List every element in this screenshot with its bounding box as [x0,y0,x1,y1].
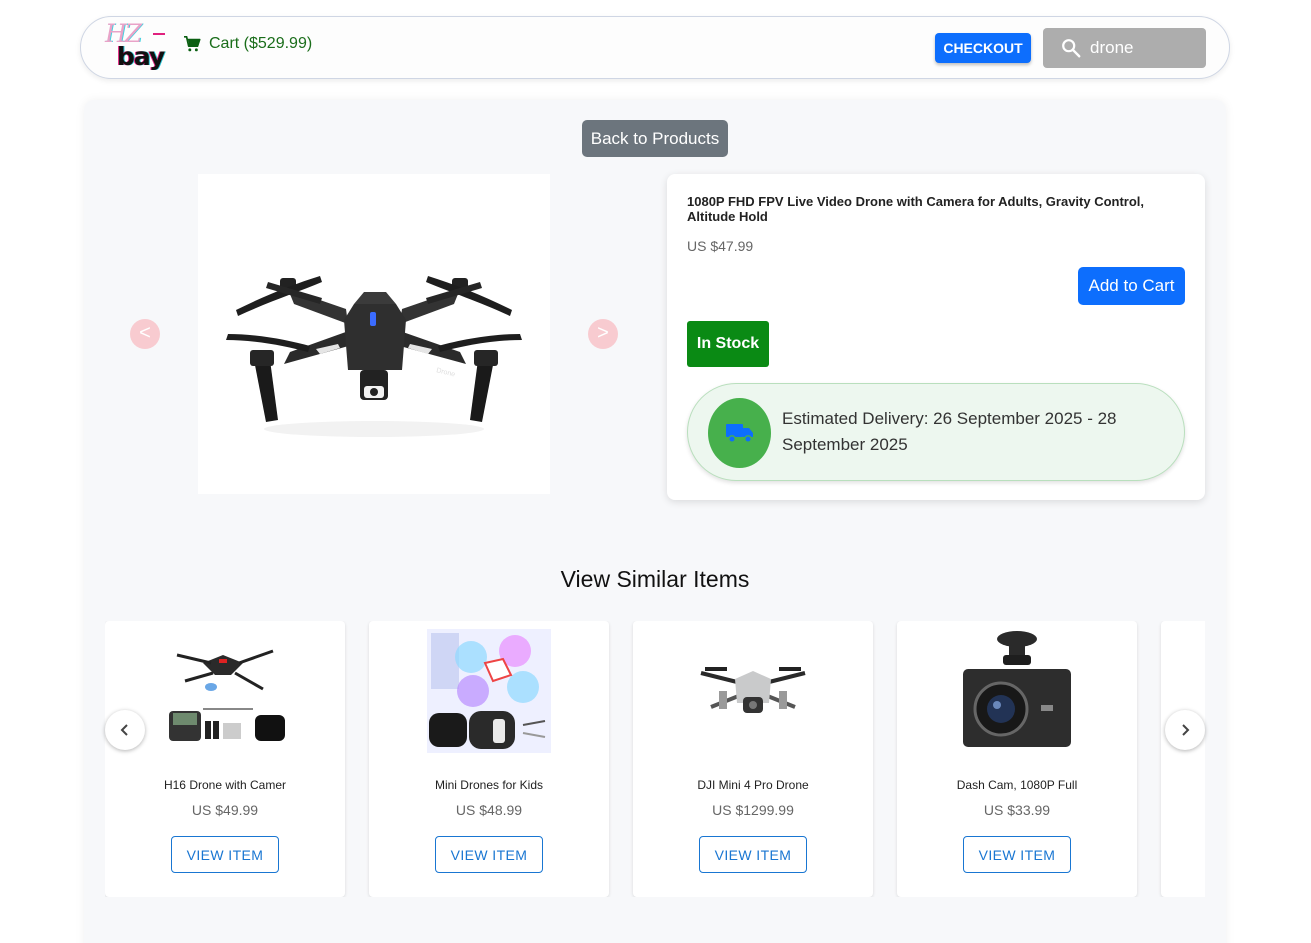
similar-item-name: Mini Drones for Kids [434,778,544,792]
similar-item-card[interactable]: DJI Mini 4 Pro Drone US $1299.99 VIEW IT… [633,621,873,897]
view-item-button[interactable]: VIEW ITEM [171,836,279,873]
drone-image: Drone [226,276,522,437]
stock-status-badge: In Stock [687,321,769,367]
similar-items-heading: View Similar Items [560,566,750,592]
top-navbar: HZ bay Cart ($529.99) CHECKOUT [80,16,1230,79]
gallery-prev-button[interactable]: < [130,319,160,349]
product-info-card: 1080P FHD FPV Live Video Drone with Came… [667,174,1205,500]
search-box[interactable] [1043,28,1206,68]
similar-item-price: US $33.99 [983,802,1051,818]
gallery-next-button[interactable]: > [588,319,618,349]
delivery-truck-icon-circle [708,398,771,468]
chevron-left-icon: < [139,322,151,344]
estimated-delivery-box: Estimated Delivery: 26 September 2025 - … [687,383,1185,481]
similar-item-image [163,629,287,753]
estimated-delivery-text: Estimated Delivery: 26 September 2025 - … [782,409,1117,454]
chevron-right-icon: > [597,322,609,344]
cart-link[interactable]: Cart ($529.99) [183,35,312,53]
chevron-left-icon [120,724,128,736]
similar-item-price: US $48.99 [455,802,523,818]
checkout-button[interactable]: CHECKOUT [935,33,1031,63]
search-input[interactable] [1090,38,1200,58]
drone-brand-label: Drone [436,367,456,378]
product-image: Drone [198,174,550,494]
hzbay-logo[interactable]: HZ bay [103,19,167,75]
search-icon [1062,39,1081,58]
product-price: US $47.99 [687,238,754,254]
similar-item-name: DJI Mini 4 Pro Drone [697,778,809,792]
delivery-truck-icon [725,424,753,443]
chevron-right-icon [1182,724,1190,736]
similar-item-card[interactable]: Mini Drones for Kids US $48.99 VIEW ITEM [369,621,609,897]
similar-item-image [691,629,815,753]
similar-item-card[interactable]: Dash Cam, 1080P Full US $33.99 VIEW ITEM [897,621,1137,897]
similar-item-price: US $1299.99 [712,802,794,818]
similar-item-name: Dash Cam, 1080P Full [956,778,1078,792]
similar-item-price: US $49.99 [191,802,259,818]
similar-item-card[interactable]: H16 Drone with Camer US $49.99 VIEW ITEM [105,621,345,897]
similar-item-image [427,629,551,753]
view-item-button[interactable]: VIEW ITEM [435,836,543,873]
similar-item-name: H16 Drone with Camer [163,778,287,792]
view-item-button[interactable]: VIEW ITEM [963,836,1071,873]
similar-items-carousel: H16 Drone with Camer US $49.99 VIEW ITEM… [105,621,1205,897]
back-to-products-button[interactable]: Back to Products [582,120,728,157]
carousel-prev-button[interactable] [105,710,145,750]
similar-item-image [955,629,1079,753]
product-title: 1080P FHD FPV Live Video Drone with Came… [687,194,1145,224]
shopping-cart-icon [184,36,201,52]
carousel-next-button[interactable] [1165,710,1205,750]
cart-total-label: Cart ($529.99) [209,35,313,52]
view-item-button[interactable]: VIEW ITEM [699,836,807,873]
product-detail-panel: Back to Products < Drone > 1080P FHD FPV… [84,100,1226,943]
similar-item-card-partial[interactable] [1161,621,1205,897]
add-to-cart-button[interactable]: Add to Cart [1078,267,1185,305]
